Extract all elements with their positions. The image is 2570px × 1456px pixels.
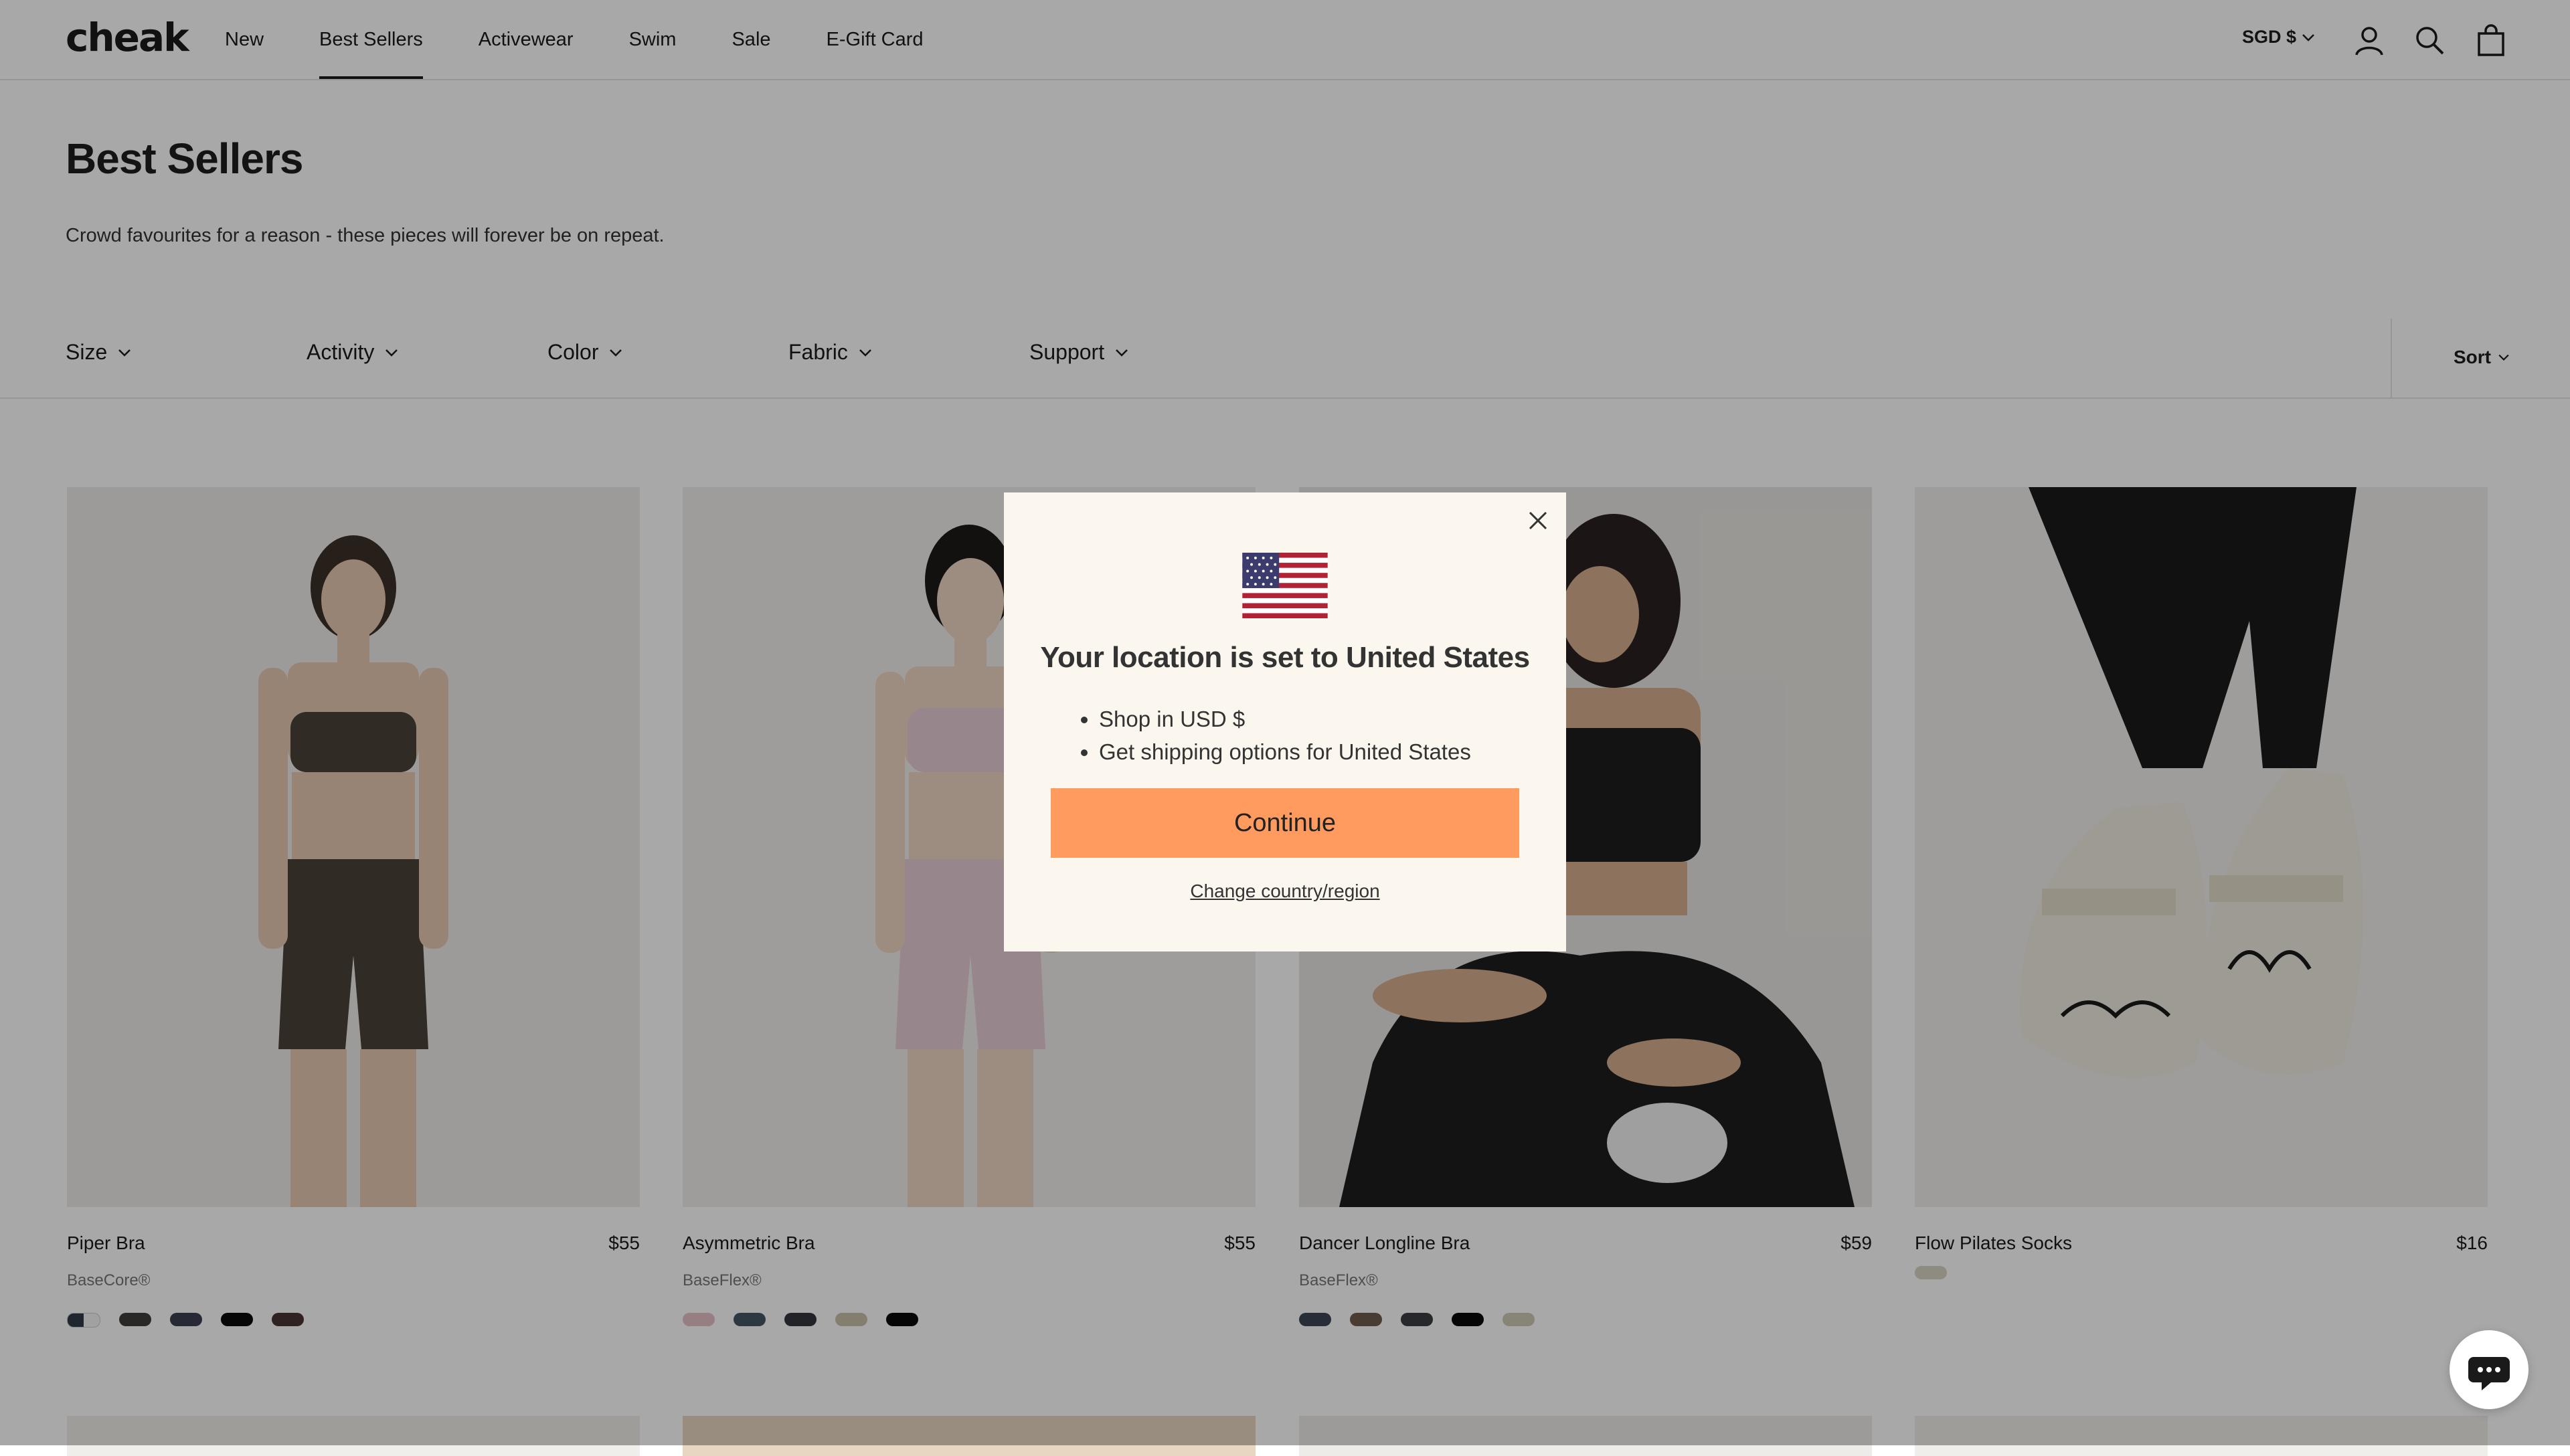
continue-button[interactable]: Continue [1051,788,1519,858]
modal-benefits-list: Shop in USD $ Get shipping options for U… [1069,705,1471,771]
close-icon[interactable] [1525,507,1551,534]
chat-launcher-button[interactable] [2450,1330,2529,1409]
list-item: Shop in USD $ [1099,705,1471,734]
location-modal: Your location is set to United States Sh… [1004,492,1566,951]
chat-bubble-icon [2468,1357,2510,1390]
us-flag-icon [1242,553,1328,618]
change-country-link[interactable]: Change country/region [1004,881,1566,902]
modal-title: Your location is set to United States [1040,641,1530,674]
list-item: Get shipping options for United States [1099,738,1471,767]
